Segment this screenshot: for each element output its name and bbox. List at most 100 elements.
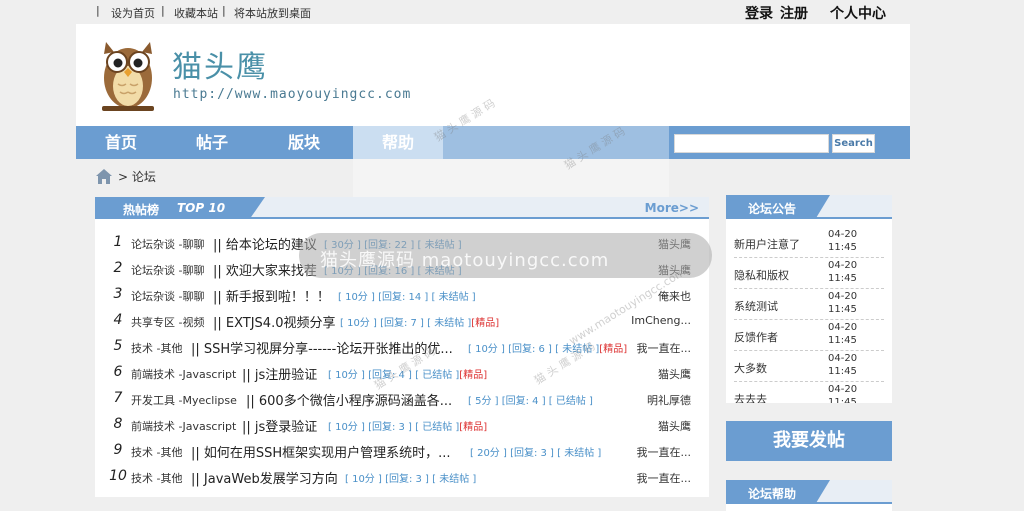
post-meta: [ 5分 ] [回复: 4 ] [ 已结帖 ] [468, 396, 593, 407]
hot-posts-title: 热帖榜 [123, 203, 160, 217]
notice-item[interactable]: 新用户注意了 04-20 11:45 [734, 227, 884, 258]
notice-item-title[interactable]: 大多数 [734, 360, 767, 376]
home-icon[interactable] [95, 168, 113, 185]
post-title[interactable]: || 新手报到啦！！！ [213, 286, 330, 305]
set-home-link[interactable]: 设为首页 [111, 5, 155, 21]
post-rank: 7 [113, 390, 123, 406]
post-author[interactable]: 猫头鹰 [658, 262, 691, 278]
nav-item-home[interactable]: 首页 [76, 126, 166, 159]
post-meta: [ 10分 ] [回复: 16 ] [ 未结帖 ] [324, 266, 462, 277]
post-meta-text: [ 10分 ] [回复: 3 ] [ 已结帖 ] [328, 422, 460, 433]
top-bar: | 设为首页 | 收藏本站 | 将本站放到桌面 登录 注册 个人中心 [0, 0, 1024, 24]
post-meta: [ 20分 ] [回复: 3 ] [ 未结帖 ] [470, 448, 602, 459]
post-category[interactable]: 论坛杂谈 -聊聊 [131, 236, 204, 252]
site-title: 猫头鹰 [172, 50, 268, 85]
notice-item-title[interactable]: 系统测试 [734, 298, 778, 314]
post-author[interactable]: 猫头鹰 [658, 366, 691, 382]
notice-item-title[interactable]: 反馈作者 [734, 329, 778, 345]
hot-post-row[interactable]: 1 论坛杂谈 -聊聊 || 给本论坛的建议 [ 30分 ] [回复: 22 ] … [95, 229, 709, 255]
bookmark-link[interactable]: 收藏本站 [174, 5, 218, 21]
notice-item-date: 04-20 11:45 [828, 353, 858, 377]
hot-posts-header: 热帖榜 TOP 10 More>> [95, 197, 709, 219]
notice-item[interactable]: 大多数 04-20 11:45 [734, 351, 884, 382]
notice-item[interactable]: 反馈作者 04-20 11:45 [734, 320, 884, 351]
post-rank: 2 [113, 260, 123, 276]
post-category[interactable]: 技术 -其他 [131, 470, 182, 486]
login-link[interactable]: 登录 [745, 3, 773, 23]
hot-post-row[interactable]: 7 开发工具 -Myeclipse || 600多个微信小程序源码涵盖各... … [95, 385, 709, 411]
post-title[interactable]: || 给本论坛的建议 [213, 234, 317, 253]
help-panel: 论坛帮助 [726, 480, 892, 511]
notice-item[interactable]: 去去去 04-20 11:45 [734, 382, 884, 403]
hot-post-row[interactable]: 2 论坛杂谈 -聊聊 || 欢迎大家来找茬 [ 10分 ] [回复: 16 ] … [95, 255, 709, 281]
post-author[interactable]: ImCheng... [631, 314, 691, 327]
post-category[interactable]: 前端技术 -Javascript [131, 418, 236, 434]
post-rank: 9 [113, 442, 123, 458]
nav-item-help[interactable]: 帮助 [353, 126, 443, 159]
notice-item-title[interactable]: 隐私和版权 [734, 267, 789, 283]
site-url: http://www.maoyouyingcc.com [173, 87, 412, 102]
post-author[interactable]: 我一直在... [637, 340, 692, 356]
desktop-shortcut-link[interactable]: 将本站放到桌面 [234, 5, 311, 21]
help-header: 论坛帮助 [726, 480, 892, 504]
notice-item-date: 04-20 11:45 [828, 384, 858, 403]
post-title[interactable]: || js登录验证 [242, 416, 317, 435]
post-category[interactable]: 技术 -其他 [131, 340, 182, 356]
post-title[interactable]: || 600多个微信小程序源码涵盖各... [246, 390, 452, 409]
post-author[interactable]: 我一直在... [637, 444, 692, 460]
notice-item[interactable]: 系统测试 04-20 11:45 [734, 289, 884, 320]
post-author[interactable]: 我一直在... [637, 470, 692, 486]
post-meta-text: [ 10分 ] [回复: 4 ] [ 已结帖 ] [328, 370, 460, 381]
post-title[interactable]: || 欢迎大家来找茬 [213, 260, 317, 279]
post-title[interactable]: || SSH学习视屏分享------论坛开张推出的优... [191, 338, 453, 357]
post-author[interactable]: 俺来也 [658, 288, 691, 304]
post-title[interactable]: || EXTJS4.0视频分享 [213, 312, 336, 331]
post-category[interactable]: 论坛杂谈 -聊聊 [131, 288, 204, 304]
post-category[interactable]: 论坛杂谈 -聊聊 [131, 262, 204, 278]
post-title[interactable]: || JavaWeb发展学习方向 [191, 468, 338, 487]
post-title[interactable]: || js注册验证 [242, 364, 317, 383]
search-input[interactable] [674, 134, 829, 153]
new-post-button[interactable]: 我要发帖 [726, 421, 892, 461]
hot-posts-panel: 热帖榜 TOP 10 More>> 1 论坛杂谈 -聊聊 || 给本论坛的建议 … [95, 197, 709, 497]
post-author[interactable]: 猫头鹰 [658, 418, 691, 434]
hot-post-row[interactable]: 5 技术 -其他 || SSH学习视屏分享------论坛开张推出的优... [… [95, 333, 709, 359]
notice-item-title[interactable]: 去去去 [734, 391, 767, 403]
main-nav: 首页 帖子 版块 帮助 Search [76, 126, 910, 159]
hot-post-row[interactable]: 9 技术 -其他 || 如何在用SSH框架实现用户管理系统时，... [ 20分… [95, 437, 709, 463]
post-author[interactable]: 明礼厚德 [647, 392, 691, 408]
post-title[interactable]: || 如何在用SSH框架实现用户管理系统时，... [191, 442, 451, 461]
hot-post-row[interactable]: 10 技术 -其他 || JavaWeb发展学习方向 [ 10分 ] [回复: … [95, 463, 709, 489]
post-category[interactable]: 开发工具 -Myeclipse [131, 392, 237, 408]
post-author[interactable]: 猫头鹰 [658, 236, 691, 252]
nav-item-posts[interactable]: 帖子 [166, 126, 258, 159]
post-meta: [ 10分 ] [回复: 7 ] [ 未结帖 ][精品] [340, 314, 499, 329]
post-rank: 1 [113, 234, 123, 250]
notice-item-title[interactable]: 新用户注意了 [734, 236, 800, 252]
notice-header: 论坛公告 [726, 195, 892, 219]
breadcrumb: > 论坛 [118, 168, 156, 185]
hot-post-row[interactable]: 4 共享专区 -视频 || EXTJS4.0视频分享 [ 10分 ] [回复: … [95, 307, 709, 333]
hot-post-row[interactable]: 3 论坛杂谈 -聊聊 || 新手报到啦！！！ [ 10分 ] [回复: 14 ]… [95, 281, 709, 307]
notice-title: 论坛公告 [748, 202, 797, 216]
help-title: 论坛帮助 [748, 487, 797, 501]
nav-item-boards[interactable]: 版块 [258, 126, 350, 159]
premium-badge: [精品] [459, 370, 488, 381]
premium-badge: [精品] [471, 318, 500, 329]
register-link[interactable]: 注册 [780, 3, 808, 23]
user-center-link[interactable]: 个人中心 [830, 3, 886, 23]
post-category[interactable]: 共享专区 -视频 [131, 314, 204, 330]
owl-logo-icon[interactable] [96, 34, 160, 114]
post-category[interactable]: 前端技术 -Javascript [131, 366, 236, 382]
notice-item-date: 04-20 11:45 [828, 291, 858, 315]
notice-item[interactable]: 隐私和版权 04-20 11:45 [734, 258, 884, 289]
hot-post-row[interactable]: 8 前端技术 -Javascript || js登录验证 [ 10分 ] [回复… [95, 411, 709, 437]
breadcrumb-current[interactable]: 论坛 [132, 170, 156, 184]
post-meta: [ 10分 ] [回复: 14 ] [ 未结帖 ] [338, 292, 476, 303]
more-link[interactable]: More>> [645, 201, 699, 215]
post-rank: 3 [113, 286, 123, 302]
post-category[interactable]: 技术 -其他 [131, 444, 182, 460]
hot-post-row[interactable]: 6 前端技术 -Javascript || js注册验证 [ 10分 ] [回复… [95, 359, 709, 385]
post-rank: 5 [113, 338, 123, 354]
search-button[interactable]: Search [832, 134, 875, 153]
